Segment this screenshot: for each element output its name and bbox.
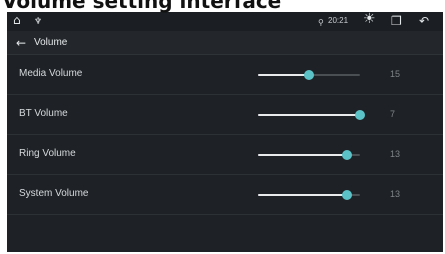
- ring-volume-slider[interactable]: [258, 150, 360, 160]
- system-volume-knob[interactable]: [341, 190, 352, 200]
- back-icon[interactable]: ↶: [419, 14, 429, 28]
- media-volume-label: Media Volume: [19, 68, 83, 79]
- bt-volume-label: BT Volume: [19, 108, 68, 119]
- bt-volume-knob[interactable]: [355, 110, 365, 120]
- system-volume-value: 13: [390, 189, 401, 199]
- ring-volume-label: Ring Volume: [19, 148, 76, 159]
- ring-volume-fill: [258, 154, 347, 156]
- status-bar: ⌂ ♆ ⚲ 20:21 ☀ ❐ ↶: [7, 12, 443, 31]
- system-volume-label: System Volume: [19, 188, 89, 199]
- system-volume-row: System Volume 13: [7, 175, 443, 215]
- page-caption: Volume setting interface: [2, 0, 282, 13]
- location-icon: ⚲: [318, 18, 324, 27]
- media-volume-fill: [258, 74, 309, 76]
- brightness-icon[interactable]: ☀: [363, 12, 376, 26]
- usb-icon: ♆: [34, 17, 43, 27]
- title-bar: ← Volume: [7, 31, 443, 55]
- bt-volume-value: 7: [390, 109, 396, 119]
- arrow-back-icon[interactable]: ←: [16, 36, 26, 50]
- media-volume-slider[interactable]: [258, 70, 360, 80]
- ring-volume-row: Ring Volume 13: [7, 135, 443, 175]
- page-title: Volume: [34, 37, 68, 48]
- ring-volume-value: 13: [390, 149, 401, 159]
- bt-volume-slider[interactable]: [258, 110, 365, 120]
- ring-volume-knob[interactable]: [341, 150, 352, 160]
- media-volume-knob[interactable]: [304, 70, 314, 80]
- status-time: 20:21: [328, 16, 349, 25]
- settings-screen: ⌂ ♆ ⚲ 20:21 ☀ ❐ ↶ ← Volume Media Volume …: [7, 12, 443, 252]
- bt-volume-fill: [258, 114, 360, 116]
- system-volume-slider[interactable]: [258, 190, 360, 200]
- home-icon[interactable]: ⌂: [13, 13, 21, 27]
- media-volume-value: 15: [390, 69, 401, 79]
- system-volume-fill: [258, 194, 347, 196]
- windows-icon[interactable]: ❐: [391, 14, 402, 28]
- bt-volume-row: BT Volume 7: [7, 95, 443, 135]
- media-volume-row: Media Volume 15: [7, 55, 443, 95]
